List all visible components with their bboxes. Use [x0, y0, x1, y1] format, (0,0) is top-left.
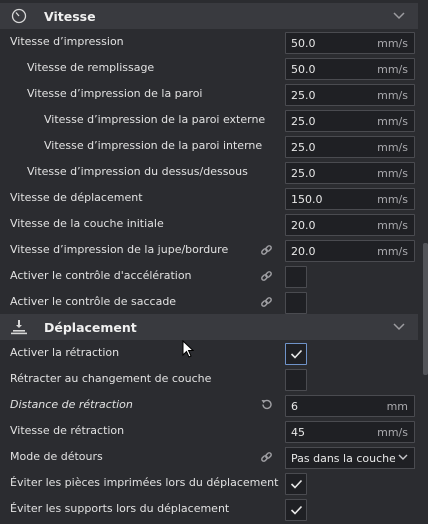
- setting-label: Activer le contrôle de saccade: [10, 295, 177, 308]
- chevron-down-icon[interactable]: [392, 10, 406, 22]
- setting-label: Distance de rétraction: [10, 398, 133, 411]
- field-unit: mm/s: [377, 115, 408, 128]
- setting-label: Rétracter au changement de couche: [10, 372, 212, 385]
- field-value: 20.0: [291, 245, 316, 258]
- setting-label: Vitesse d’impression de la jupe/bordure: [10, 243, 229, 256]
- retraction-distance-input[interactable]: 6 mm: [285, 395, 415, 417]
- setting-label: Vitesse d’impression du dessus/dessous: [27, 165, 248, 178]
- field-unit: mm/s: [377, 193, 408, 206]
- setting-row: Vitesse d’impression de la paroi externe…: [0, 107, 418, 133]
- setting-row: Vitesse de la couche initiale 20.0 mm/s: [0, 211, 418, 237]
- field-value: 25.0: [291, 115, 316, 128]
- section-header-speed[interactable]: Vitesse: [0, 3, 418, 29]
- setting-label: Activer la rétraction: [10, 346, 120, 359]
- combing-mode-select[interactable]: Pas dans la couche extérieure: [285, 447, 415, 469]
- section-header-travel[interactable]: Déplacement: [0, 314, 418, 340]
- travel-icon: [11, 320, 27, 335]
- field-unit: mm/s: [377, 63, 408, 76]
- settings-panel: Vitesse Vitesse d’impression 50.0 mm/s V…: [0, 0, 418, 524]
- setting-row: Mode de détours Pas dans la couche extér…: [0, 444, 418, 470]
- initial-layer-speed-input[interactable]: 20.0 mm/s: [285, 214, 415, 236]
- scrollbar-thumb[interactable]: [423, 243, 428, 375]
- field-unit: mm/s: [377, 141, 408, 154]
- setting-label: Vitesse de rétraction: [10, 424, 125, 437]
- setting-row: Vitesse de remplissage 50.0 mm/s: [0, 55, 418, 81]
- jerk-control-checkbox[interactable]: [285, 292, 307, 314]
- retract-layer-change-checkbox[interactable]: [285, 369, 307, 391]
- top-bottom-speed-input[interactable]: 25.0 mm/s: [285, 162, 415, 184]
- setting-label: Éviter les supports lors du déplacement: [10, 502, 230, 515]
- setting-row: Vitesse de déplacement 150.0 mm/s: [0, 185, 418, 211]
- field-unit: mm/s: [377, 426, 408, 439]
- setting-row: Vitesse d’impression de la jupe/bordure …: [0, 237, 418, 263]
- setting-label: Vitesse de remplissage: [27, 61, 155, 74]
- chevron-down-icon[interactable]: [392, 321, 406, 333]
- field-unit: mm/s: [377, 245, 408, 258]
- section-title: Vitesse: [44, 9, 96, 24]
- checkmark-icon: [290, 349, 303, 359]
- mouse-cursor-icon: [182, 340, 194, 358]
- setting-row: Rétracter au changement de couche: [0, 366, 418, 392]
- field-value: 20.0: [291, 219, 316, 232]
- setting-row: Vitesse d’impression de la paroi interne…: [0, 133, 418, 159]
- setting-label: Vitesse de la couche initiale: [10, 217, 164, 230]
- field-value: 6: [291, 400, 298, 413]
- field-unit: mm: [386, 400, 408, 413]
- wall-speed-input[interactable]: 25.0 mm/s: [285, 84, 415, 106]
- setting-label: Vitesse de déplacement: [10, 191, 143, 204]
- setting-label: Éviter les pièces imprimées lors du dépl…: [10, 476, 279, 489]
- setting-label: Activer le contrôle d'accélération: [10, 269, 192, 282]
- setting-row: Distance de rétraction 6 mm: [0, 392, 418, 418]
- setting-row: Activer le contrôle de saccade: [0, 289, 418, 315]
- chevron-down-icon: [398, 454, 408, 460]
- field-unit: mm/s: [377, 37, 408, 50]
- setting-label: Vitesse d’impression de la paroi: [27, 87, 203, 100]
- inner-wall-speed-input[interactable]: 25.0 mm/s: [285, 136, 415, 158]
- link-icon[interactable]: [260, 296, 273, 309]
- select-value: Pas dans la couche extérieure: [291, 452, 395, 465]
- setting-row: Éviter les pièces imprimées lors du dépl…: [0, 470, 418, 496]
- checkmark-icon: [290, 505, 303, 515]
- setting-label: Mode de détours: [10, 450, 103, 463]
- setting-row: Activer le contrôle d'accélération: [0, 263, 418, 289]
- setting-row: Vitesse d’impression de la paroi 25.0 mm…: [0, 81, 418, 107]
- setting-row: Vitesse d’impression du dessus/dessous 2…: [0, 159, 418, 185]
- field-value: 50.0: [291, 37, 316, 50]
- link-icon[interactable]: [260, 244, 273, 257]
- infill-speed-input[interactable]: 50.0 mm/s: [285, 58, 415, 80]
- field-value: 25.0: [291, 89, 316, 102]
- field-value: 25.0: [291, 167, 316, 180]
- link-icon[interactable]: [260, 451, 273, 464]
- setting-row: Vitesse de rétraction 45 mm/s: [0, 418, 418, 444]
- reset-icon[interactable]: [260, 398, 273, 411]
- avoid-supports-checkbox[interactable]: [285, 499, 307, 521]
- setting-label: Vitesse d’impression de la paroi interne: [44, 139, 263, 152]
- print-speed-input[interactable]: 50.0 mm/s: [285, 32, 415, 54]
- retraction-speed-input[interactable]: 45 mm/s: [285, 421, 415, 443]
- field-value: 45: [291, 426, 305, 439]
- setting-row: Activer la rétraction: [0, 340, 418, 366]
- setting-label: Vitesse d’impression: [10, 35, 124, 48]
- travel-speed-input[interactable]: 150.0 mm/s: [285, 188, 415, 210]
- avoid-printed-parts-checkbox[interactable]: [285, 473, 307, 495]
- field-unit: mm/s: [377, 89, 408, 102]
- checkmark-icon: [290, 479, 303, 489]
- setting-label: Vitesse d’impression de la paroi externe: [44, 113, 266, 126]
- field-unit: mm/s: [377, 219, 408, 232]
- setting-row: Vitesse d’impression 50.0 mm/s: [0, 29, 418, 55]
- field-value: 150.0: [291, 193, 323, 206]
- section-title: Déplacement: [44, 320, 137, 335]
- speedometer-icon: [11, 8, 27, 24]
- skirt-brim-speed-input[interactable]: 20.0 mm/s: [285, 240, 415, 262]
- field-unit: mm/s: [377, 167, 408, 180]
- field-value: 25.0: [291, 141, 316, 154]
- enable-retraction-checkbox[interactable]: [285, 343, 307, 365]
- setting-row: Éviter les supports lors du déplacement: [0, 496, 418, 522]
- acceleration-control-checkbox[interactable]: [285, 266, 307, 288]
- outer-wall-speed-input[interactable]: 25.0 mm/s: [285, 110, 415, 132]
- field-value: 50.0: [291, 63, 316, 76]
- link-icon[interactable]: [260, 270, 273, 283]
